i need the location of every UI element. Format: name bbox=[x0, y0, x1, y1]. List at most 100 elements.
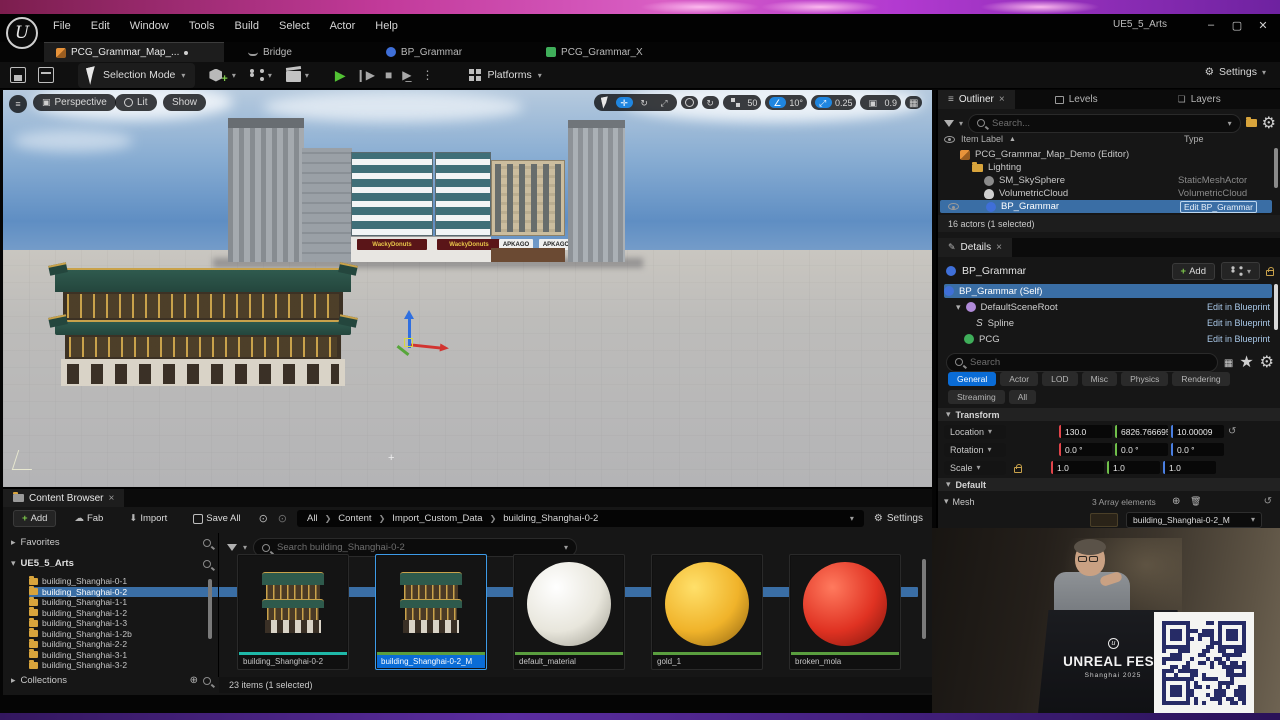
filter-physics[interactable]: Physics bbox=[1121, 372, 1168, 386]
filter-streaming[interactable]: Streaming bbox=[948, 390, 1005, 404]
component-row-spline[interactable]: S Spline Edit in Blueprint bbox=[944, 316, 1272, 330]
camera-speed-control[interactable]: 0.9 bbox=[860, 95, 901, 110]
add-actor-dropdown[interactable]: +▾ bbox=[209, 65, 235, 85]
lit-dropdown[interactable]: Lit bbox=[115, 94, 157, 111]
display-options-icon[interactable] bbox=[1224, 353, 1233, 371]
history-back-icon[interactable]: ⊙ bbox=[259, 512, 268, 525]
filter-general[interactable]: General bbox=[948, 372, 996, 386]
scale-z-field[interactable]: 1.0 bbox=[1163, 461, 1216, 474]
collections-section[interactable]: Collections bbox=[21, 675, 67, 686]
add-collection-icon[interactable] bbox=[190, 675, 198, 686]
tab-bp-grammar[interactable]: BP_Grammar bbox=[374, 42, 474, 62]
advance-button[interactable]: ▶̲ bbox=[402, 68, 411, 82]
history-forward-icon[interactable]: ⊙ bbox=[278, 512, 287, 525]
lock-icon[interactable] bbox=[1266, 270, 1274, 276]
tree-scrollbar[interactable] bbox=[208, 579, 212, 639]
reset-location-icon[interactable] bbox=[1228, 426, 1236, 437]
component-row-scene-root[interactable]: DefaultSceneRoot Edit in Blueprint bbox=[944, 300, 1272, 314]
coord-system-toggle[interactable] bbox=[681, 96, 698, 109]
array-clear-icon[interactable] bbox=[1190, 496, 1201, 507]
asset-tile-red[interactable]: broken_mola bbox=[789, 554, 901, 670]
mesh-asset-dropdown[interactable]: building_Shanghai-0-2_M▾ bbox=[1126, 512, 1262, 528]
location-z-field[interactable]: 10.00009 bbox=[1171, 425, 1224, 438]
cb-save-all-button[interactable]: Save All bbox=[185, 511, 248, 526]
scale-x-field[interactable]: 1.0 bbox=[1051, 461, 1104, 474]
path-dropdown-caret[interactable]: ▾ bbox=[850, 514, 854, 523]
rotation-z-field[interactable]: 0.0 ° bbox=[1171, 443, 1224, 456]
default-section-header[interactable]: Default bbox=[938, 478, 1280, 491]
scale-snap-control[interactable]: 0.25 bbox=[811, 95, 857, 110]
search-icon[interactable] bbox=[203, 539, 211, 547]
show-dropdown[interactable]: Show bbox=[163, 94, 206, 111]
play-button[interactable]: ▶ bbox=[335, 67, 346, 84]
edit-in-blueprint-link[interactable]: Edit in Blueprint bbox=[1207, 302, 1270, 312]
outliner-row-level[interactable]: PCG_Grammar_Map_Demo (Editor) bbox=[938, 148, 1272, 161]
tab-levels[interactable]: Levels bbox=[1045, 90, 1108, 109]
outliner-scrollbar[interactable] bbox=[1274, 148, 1278, 188]
scale-lock-icon[interactable] bbox=[1014, 467, 1022, 473]
rotate-tool[interactable] bbox=[636, 97, 653, 108]
menu-file[interactable]: File bbox=[44, 17, 80, 35]
outliner-settings-icon[interactable] bbox=[1262, 113, 1276, 133]
blueprints-dropdown[interactable]: ▾ bbox=[250, 69, 272, 81]
cb-settings-dropdown[interactable]: Settings bbox=[874, 513, 923, 524]
perspective-dropdown[interactable]: Perspective bbox=[33, 94, 116, 111]
tab-pcg-grammar-map[interactable]: PCG_Grammar_Map_... bbox=[44, 42, 224, 62]
project-root-folder[interactable]: UE5_5_Arts bbox=[21, 558, 74, 569]
play-options-kebab[interactable]: ⋮ bbox=[421, 68, 433, 82]
tab-bridge[interactable]: Bridge bbox=[236, 42, 304, 62]
filter-misc[interactable]: Misc bbox=[1082, 372, 1117, 386]
reset-mesh-icon[interactable] bbox=[1264, 496, 1272, 507]
add-component-button[interactable]: +Add bbox=[1172, 263, 1215, 280]
unreal-logo-icon[interactable]: U bbox=[6, 17, 38, 49]
viewport-menu-icon[interactable]: ≡ bbox=[9, 95, 27, 113]
filter-rendering[interactable]: Rendering bbox=[1172, 372, 1229, 386]
asset-tile-building-mesh[interactable]: building_Shanghai-0-2 bbox=[237, 554, 349, 670]
scale-tool[interactable] bbox=[656, 97, 673, 108]
collapse-icon[interactable] bbox=[11, 558, 16, 569]
grid-snap-control[interactable]: 50 bbox=[723, 95, 761, 110]
favorites-star-icon[interactable]: ★ bbox=[1239, 352, 1253, 372]
surface-snap-toggle[interactable] bbox=[702, 96, 719, 109]
content-drawer-icon[interactable] bbox=[38, 67, 54, 83]
cinematics-dropdown[interactable]: ▾ bbox=[286, 68, 309, 82]
outliner-row-volumetriccloud[interactable]: VolumetricCloud VolumetricCloud bbox=[938, 187, 1272, 200]
close-icon[interactable] bbox=[996, 242, 1002, 253]
details-settings-icon[interactable] bbox=[1260, 352, 1274, 372]
item-label-column[interactable]: Item Label bbox=[961, 134, 1003, 144]
viewport[interactable]: WackyDonuts WackyDonuts APKAGO APKAGO + … bbox=[3, 90, 932, 487]
frame-skip-button[interactable]: ❙▶ bbox=[356, 68, 375, 82]
crumb-folder[interactable]: building_Shanghai-0-2 bbox=[503, 513, 598, 524]
tab-content-browser[interactable]: Content Browser bbox=[3, 489, 124, 507]
edit-in-blueprint-link[interactable]: Edit in Blueprint bbox=[1207, 334, 1270, 344]
expand-icon[interactable] bbox=[11, 537, 16, 548]
details-scrollbar[interactable] bbox=[1274, 284, 1278, 330]
location-y-field[interactable]: 6826.766695 bbox=[1115, 425, 1168, 438]
asset-tile-default-material[interactable]: default_material bbox=[513, 554, 625, 670]
component-row-self[interactable]: BP_Grammar (Self) bbox=[944, 284, 1272, 298]
cb-fab-button[interactable]: ☁Fab bbox=[66, 511, 111, 526]
menu-build[interactable]: Build bbox=[226, 17, 268, 35]
filter-icon[interactable] bbox=[227, 544, 237, 551]
save-icon[interactable] bbox=[10, 67, 26, 83]
mesh-array-label[interactable]: Mesh bbox=[953, 497, 975, 507]
close-button[interactable]: ✕ bbox=[1250, 15, 1276, 35]
tab-pcg-grammar-x[interactable]: PCG_Grammar_X bbox=[534, 42, 655, 62]
details-search[interactable] bbox=[946, 353, 1218, 372]
close-icon[interactable] bbox=[108, 493, 114, 504]
edit-in-blueprint-link[interactable]: Edit in Blueprint bbox=[1207, 318, 1270, 328]
location-dropdown[interactable]: Location▾ bbox=[944, 425, 1006, 439]
stop-button[interactable]: ■ bbox=[385, 68, 392, 82]
crumb-all[interactable]: All bbox=[307, 513, 318, 524]
scale-y-field[interactable]: 1.0 bbox=[1107, 461, 1160, 474]
outliner-row-lighting[interactable]: Lighting bbox=[938, 161, 1272, 174]
cb-import-button[interactable]: ⬇Import bbox=[121, 511, 175, 526]
search-icon[interactable] bbox=[203, 677, 211, 685]
filter-lod[interactable]: LOD bbox=[1042, 372, 1077, 386]
gizmo-x-axis[interactable] bbox=[411, 343, 441, 349]
array-add-icon[interactable] bbox=[1172, 496, 1180, 507]
rotation-y-field[interactable]: 0.0 ° bbox=[1115, 443, 1168, 456]
close-icon[interactable] bbox=[999, 94, 1005, 105]
filter-actor[interactable]: Actor bbox=[1000, 372, 1038, 386]
tab-layers[interactable]: Layers bbox=[1168, 90, 1231, 109]
